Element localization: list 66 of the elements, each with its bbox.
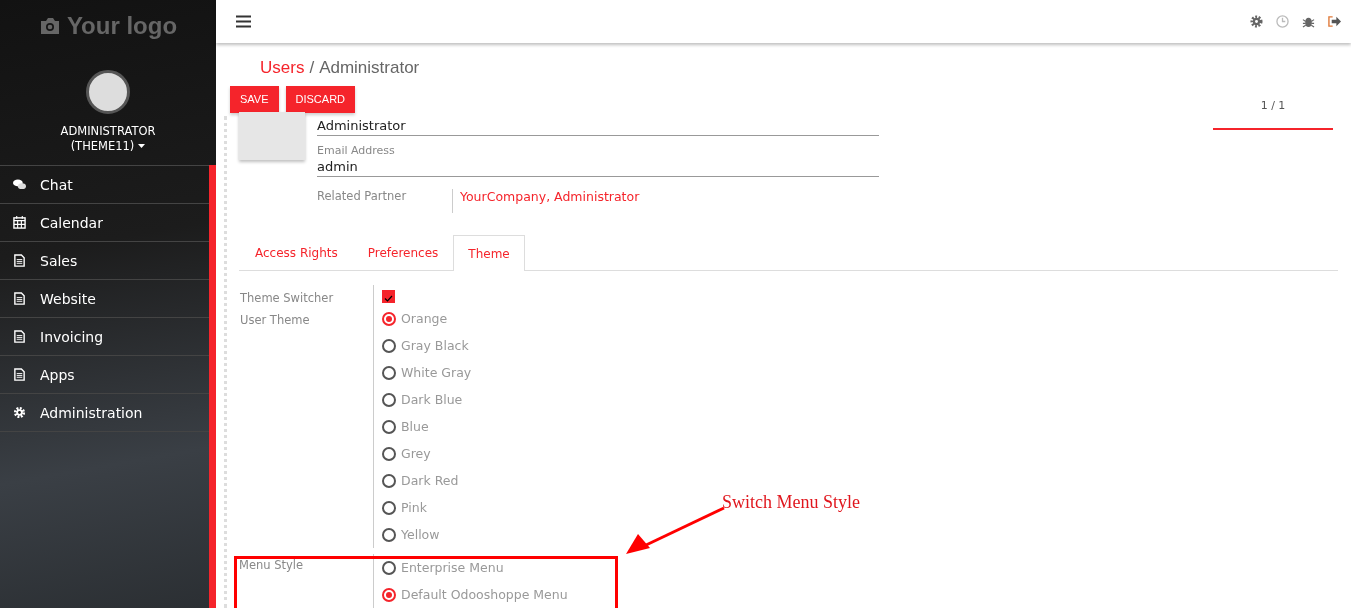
partner-link[interactable]: YourCompany, Administrator: [452, 189, 640, 213]
radio-button[interactable]: [382, 446, 396, 461]
field-label: User Theme: [239, 313, 311, 327]
radio-label: White Gray: [401, 365, 472, 380]
save-button[interactable]: SAVE: [230, 85, 279, 113]
tab[interactable]: Access Rights: [240, 235, 353, 270]
chat-icon: [13, 178, 26, 191]
radio-button[interactable]: [382, 392, 396, 407]
user-name: ADMINISTRATOR: [60, 124, 156, 138]
camera-icon: [38, 17, 61, 35]
document-icon: [13, 368, 26, 381]
annotation-text: Switch Menu Style: [722, 492, 860, 513]
checkbox[interactable]: [382, 290, 395, 303]
logo-text: Your logo: [66, 12, 178, 40]
radio-button[interactable]: [382, 311, 396, 326]
menu-item[interactable]: Apps: [0, 356, 209, 394]
radio-label: Default Odooshoppe Menu: [401, 587, 568, 602]
menu-item[interactable]: Calendar: [0, 204, 209, 242]
menu-item[interactable]: Sales: [0, 242, 209, 280]
radio-label: Grey: [401, 446, 431, 461]
radio-button[interactable]: [382, 560, 396, 575]
photo-placeholder: [239, 112, 305, 160]
breadcrumb-link[interactable]: Users: [260, 58, 305, 78]
breadcrumb-separator: /: [309, 58, 315, 78]
discard-button[interactable]: DISCARD: [285, 85, 356, 113]
breadcrumb-current: Administrator: [319, 58, 420, 78]
radio-button[interactable]: [382, 473, 396, 488]
radio-label: Orange: [401, 311, 448, 326]
radio-label: Enterprise Menu: [401, 560, 504, 575]
radio-button[interactable]: [382, 587, 396, 602]
tab[interactable]: Theme: [453, 235, 525, 271]
radio-label: Dark Blue: [401, 392, 463, 407]
radio-button[interactable]: [382, 338, 396, 353]
radio-button[interactable]: [382, 365, 396, 380]
company-name[interactable]: (THEME11): [70, 139, 135, 153]
field-label: Theme Switcher: [239, 291, 335, 305]
settings-icon: [13, 406, 26, 419]
menu-item[interactable]: Invoicing: [0, 318, 209, 356]
email-field[interactable]: admin: [317, 157, 879, 177]
radio-button[interactable]: [382, 419, 396, 434]
field-label: Related Partner: [317, 189, 408, 203]
radio-label: Dark Red: [401, 473, 459, 488]
menu-icon[interactable]: [236, 15, 251, 28]
radio-label: Yellow: [401, 527, 440, 542]
menu-item[interactable]: Chat: [0, 166, 209, 204]
menu-item[interactable]: Website: [0, 280, 209, 318]
menu-item[interactable]: Administration: [0, 394, 209, 432]
radio-button[interactable]: [382, 500, 396, 515]
pager: 1 / 1: [1213, 92, 1333, 130]
field-label: Email Address: [317, 144, 396, 157]
avatar: [86, 70, 130, 114]
calendar-icon: [13, 216, 26, 229]
radio-label: Blue: [401, 419, 429, 434]
settings-icon[interactable]: [1250, 15, 1263, 28]
document-icon: [13, 254, 26, 267]
radio-button[interactable]: [382, 527, 396, 542]
caret-icon[interactable]: [138, 144, 146, 148]
tab[interactable]: Preferences: [352, 235, 454, 270]
radio-label: Pink: [401, 500, 427, 515]
field-label: Menu Style: [239, 557, 305, 574]
name-field[interactable]: Administrator: [317, 116, 879, 136]
document-icon: [13, 330, 26, 343]
bug-icon[interactable]: [1302, 15, 1315, 28]
radio-label: Gray Black: [401, 338, 469, 353]
document-icon: [13, 292, 26, 305]
sign-out-icon[interactable]: [1328, 15, 1341, 28]
